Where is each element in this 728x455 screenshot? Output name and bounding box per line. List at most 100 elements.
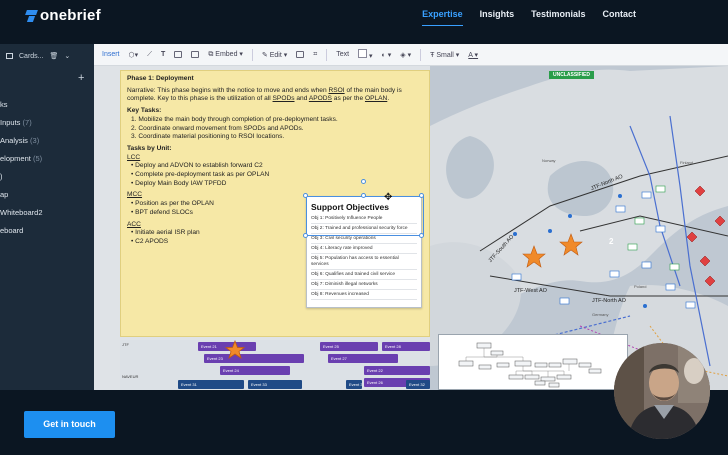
- list-item: Obj 7: Diminish illegal networks: [311, 280, 417, 290]
- nav-link-testimonials[interactable]: Testimonials: [531, 9, 585, 19]
- embed-button[interactable]: ⧉ Embed ▾: [208, 50, 243, 59]
- presenter-image: [614, 343, 710, 439]
- timeline-event[interactable]: Event 27: [328, 354, 398, 363]
- support-objectives-title: Support Objectives: [311, 202, 389, 212]
- narrative: Narrative: This phase begins with the no…: [127, 86, 402, 103]
- nav-links: Expertise Insights Testimonials Contact: [422, 9, 637, 26]
- editor-toolbar: Insert ⬡▾ ⟋ T ⧉ Embed ▾ ✎ Edit ▾ ⌗ Text …: [94, 44, 728, 66]
- map-label: Norway: [542, 158, 556, 163]
- sidebar-item[interactable]: elopment (5): [0, 150, 43, 168]
- key-task: 2. Coordinate onward movement from SPODs…: [131, 124, 304, 132]
- add-icon[interactable]: +: [78, 72, 84, 84]
- map-label: Poland: [634, 284, 647, 289]
- timeline-event[interactable]: Event 36: [346, 380, 362, 389]
- trash-icon[interactable]: 🗑: [50, 52, 59, 60]
- list-item: Obj 6: Qualifies and trained civil servi…: [311, 270, 417, 280]
- list-item: Obj 8: Revenues increased: [311, 290, 417, 300]
- onebrief-logo-icon: [26, 10, 37, 22]
- sidebar-item[interactable]: eboard: [0, 222, 43, 240]
- move-cursor-icon: ✥: [384, 192, 393, 203]
- timeline-event[interactable]: Event 32: [406, 380, 430, 389]
- resize-handle[interactable]: [419, 233, 424, 238]
- nav-link-contact[interactable]: Contact: [603, 9, 637, 19]
- whiteboard-canvas[interactable]: UNCLASSIFIED JTF-North AO JTF-South AO J…: [94, 66, 728, 390]
- chevron-down-icon[interactable]: ⌄: [64, 52, 70, 60]
- presenter-avatar: [614, 343, 710, 439]
- timeline-event[interactable]: Event 25: [320, 342, 378, 351]
- star-number: 2: [609, 237, 614, 246]
- sidebar-item[interactable]: Whiteboard2: [0, 204, 43, 222]
- classification-badge: UNCLASSIFIED: [549, 71, 594, 79]
- org-chart-panel[interactable]: [438, 334, 628, 390]
- app-sidebar: Cards... 🗑 ⌄ + ks Inputs (7) Analysis (3…: [0, 44, 94, 390]
- sidebar-item[interactable]: Inputs (7): [0, 114, 43, 132]
- timeline-event[interactable]: Event 28: [382, 342, 430, 351]
- crop-icon[interactable]: ⌗: [313, 51, 317, 59]
- brand-logo[interactable]: onebrief: [26, 7, 101, 24]
- rotate-handle[interactable]: [361, 179, 366, 184]
- layers-icon[interactable]: ◈ ▾: [400, 51, 411, 59]
- star-icon: [224, 340, 246, 359]
- map-label: JTF-North AO: [592, 298, 626, 304]
- key-task: 3. Coordinate material positioning to RS…: [131, 133, 285, 141]
- fill-color-picker[interactable]: ▾: [358, 49, 373, 60]
- list-item: Obj 3: Civil security operations: [311, 234, 417, 244]
- timeline-event[interactable]: Event 23: [204, 354, 304, 363]
- timeline-row-label: NAVEUR: [122, 374, 139, 379]
- resize-handle[interactable]: [303, 233, 308, 238]
- resize-handle[interactable]: [303, 193, 308, 198]
- font-color-select[interactable]: A ▾: [468, 51, 478, 59]
- top-nav: onebrief Expertise Insights Testimonials…: [0, 0, 728, 30]
- list-item: Obj 2: Trained and professional security…: [311, 224, 417, 234]
- grid-icon[interactable]: [296, 51, 305, 58]
- timeline-event[interactable]: Event 24: [220, 366, 290, 375]
- key-task: 1. Mobilize the main body through comple…: [131, 115, 338, 123]
- border-color-picker[interactable]: ◐ ▾: [382, 51, 392, 59]
- timeline-event[interactable]: Event 33: [248, 380, 302, 389]
- image-icon[interactable]: [191, 51, 200, 58]
- resize-handle[interactable]: [361, 193, 366, 198]
- toolbar-divider: [251, 48, 253, 61]
- brand-name: onebrief: [40, 7, 101, 24]
- list-item: Obj 4: Literacy rate improved: [311, 244, 417, 254]
- timeline-event[interactable]: Event 22: [364, 366, 430, 375]
- tasks-by-unit-title: Tasks by Unit:: [127, 144, 172, 152]
- map-label: Germany: [592, 312, 609, 317]
- sidebar-item[interactable]: ): [0, 168, 43, 186]
- list-item: Obj 5: Population has access to essentia…: [311, 254, 417, 270]
- get-in-touch-button[interactable]: Get in touch: [24, 411, 115, 438]
- product-demo: Cards... 🗑 ⌄ + ks Inputs (7) Analysis (3…: [0, 44, 728, 390]
- sidebar-item[interactable]: Analysis (3): [0, 132, 43, 150]
- toolbar-divider: [420, 48, 422, 61]
- support-objectives-card[interactable]: Support Objectives Obj 1: Positively Inf…: [306, 196, 424, 308]
- unit-task: • Deploy and ADVON to establish forward …: [131, 162, 263, 170]
- unit-name: LCC: [127, 153, 141, 161]
- unit-task: • Deploy Main Body IAW TPFDD: [131, 179, 227, 187]
- phase-title: Phase 1: Deployment: [127, 75, 194, 82]
- line-icon[interactable]: ⟋: [147, 51, 152, 59]
- resize-handle[interactable]: [419, 193, 424, 198]
- font-size-select[interactable]: Ŧ Small ▾: [430, 51, 459, 59]
- edit-button[interactable]: ✎ Edit ▾: [262, 51, 287, 59]
- table-icon[interactable]: [174, 51, 183, 58]
- insert-button[interactable]: Insert: [102, 51, 120, 58]
- timeline-event[interactable]: Event 31: [178, 380, 244, 389]
- toolbar-divider: [326, 48, 328, 61]
- org-chart-graphic: [458, 342, 602, 388]
- sidebar-item[interactable]: ks: [0, 96, 43, 114]
- cards-icon: [6, 53, 13, 59]
- text-label[interactable]: Text: [336, 51, 349, 58]
- map-label: Finland: [680, 160, 694, 165]
- nav-link-insights[interactable]: Insights: [480, 9, 515, 19]
- key-tasks-title: Key Tasks:: [127, 107, 162, 115]
- map-label: JTF-West AO: [514, 288, 547, 294]
- sidebar-head-label[interactable]: Cards...: [19, 53, 44, 60]
- sync-matrix-timeline[interactable]: JTF NAVEUR Event 21 Event 25 Event 28 Ev…: [120, 340, 430, 390]
- sidebar-header: Cards... 🗑 ⌄: [6, 52, 70, 60]
- list-item: Obj 1: Positively Influence People: [311, 214, 417, 224]
- shapes-icon[interactable]: ⬡▾: [129, 51, 139, 59]
- text-tool-icon[interactable]: T: [161, 51, 165, 58]
- sidebar-item[interactable]: ap: [0, 186, 43, 204]
- sidebar-list: ks Inputs (7) Analysis (3) elopment (5) …: [0, 96, 43, 240]
- nav-link-expertise[interactable]: Expertise: [422, 9, 463, 26]
